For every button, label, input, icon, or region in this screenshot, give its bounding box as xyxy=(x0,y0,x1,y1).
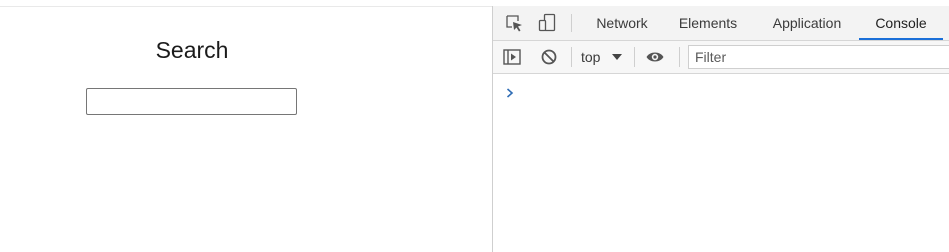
device-toolbar-icon[interactable] xyxy=(537,13,557,33)
devtools-tab-bar: Network Elements Application Console xyxy=(493,6,949,41)
tab-console[interactable]: Console xyxy=(859,6,943,40)
console-toolbar: top xyxy=(493,41,949,74)
context-selector-value: top xyxy=(581,49,601,65)
tab-network[interactable]: Network xyxy=(587,6,657,40)
active-tab-indicator xyxy=(859,38,943,40)
tab-elements[interactable]: Elements xyxy=(673,6,743,40)
toolbar-separator xyxy=(634,47,635,67)
tab-application[interactable]: Application xyxy=(763,6,851,40)
search-input[interactable] xyxy=(86,88,297,115)
live-expression-icon[interactable] xyxy=(645,47,665,67)
context-selector[interactable]: top xyxy=(581,41,600,73)
console-output[interactable] xyxy=(493,74,949,252)
clear-console-icon[interactable] xyxy=(539,47,559,67)
show-sidebar-icon[interactable] xyxy=(502,47,522,67)
devtools-panel: Network Elements Application Console top xyxy=(493,6,949,252)
tab-separator xyxy=(571,14,572,32)
filter-input[interactable] xyxy=(688,45,949,69)
toolbar-separator xyxy=(679,47,680,67)
toolbar-separator xyxy=(571,47,572,67)
inspect-element-icon[interactable] xyxy=(504,13,524,33)
chevron-down-icon[interactable] xyxy=(612,54,622,60)
page-title: Search xyxy=(155,37,229,63)
page-viewport: Search xyxy=(0,7,492,252)
console-prompt-chevron-icon xyxy=(504,86,516,98)
